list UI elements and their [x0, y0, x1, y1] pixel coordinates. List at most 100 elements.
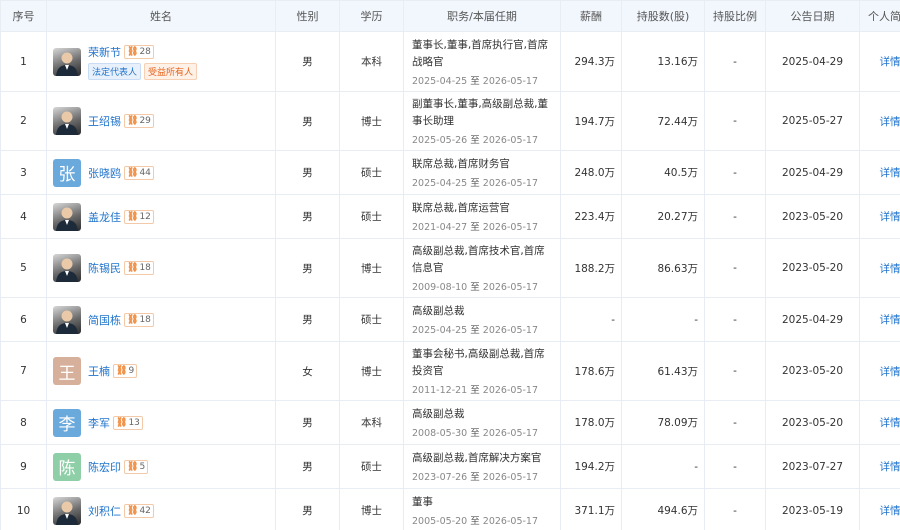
cell-education: 博士 [339, 91, 404, 151]
detail-link[interactable]: 详情 [880, 314, 900, 326]
cell-shares: 78.09万 [621, 400, 705, 445]
cell-profile: 详情 [859, 150, 900, 195]
cell-salary: 188.2万 [560, 238, 622, 298]
link-icon: ⛓ [116, 417, 128, 428]
cell-gender: 男 [275, 150, 340, 195]
detail-link[interactable]: 详情 [880, 167, 900, 179]
header-position-term: 职务/本届任期 [403, 0, 561, 32]
person-name-link[interactable]: 陈锡民 [88, 260, 121, 276]
cell-announce-date: 2023-07-27 [765, 444, 860, 489]
table-row: 6 简国栋 ⛓ 18 男硕士 高级副总裁 2025-04-25 至 2026-05-17- -… [0, 297, 900, 342]
legal-rep-tag[interactable]: 法定代表人 [88, 62, 142, 80]
term-text: 2011-12-21 至 2026-05-17 [412, 385, 539, 396]
cell-position: 董事长,董事,首席执行官,首席战略官 2025-04-25 至 2026-05-1… [403, 31, 561, 92]
cell-announce-date: 2023-05-20 [765, 238, 860, 298]
header-name: 姓名 [46, 0, 276, 32]
position-text: 高级副总裁,首席技术官,首席信息官 [412, 245, 545, 274]
link-icon: ⛓ [127, 263, 139, 273]
related-companies-badge[interactable]: ⛓ 13 [113, 415, 143, 430]
cell-announce-date: 2025-04-29 [765, 297, 860, 342]
position-text: 高级副总裁 [412, 408, 465, 420]
cell-position: 董事 2005-05-20 至 2026-05-17 [403, 488, 561, 530]
cell-share-ratio: - [704, 150, 766, 195]
related-companies-badge[interactable]: ⛓ 44 [124, 165, 154, 180]
position-text: 联席总裁,首席财务官 [412, 158, 510, 170]
detail-link[interactable]: 详情 [880, 461, 900, 473]
detail-link[interactable]: 详情 [880, 211, 900, 223]
person-name-link[interactable]: 王绍锡 [88, 113, 121, 129]
person-name-link[interactable]: 张晓鸥 [88, 165, 121, 181]
person-name-link[interactable]: 盖龙佳 [88, 209, 121, 225]
cell-name: 李李军 ⛓ 13 [46, 400, 276, 445]
cell-share-ratio: - [704, 444, 766, 489]
cell-position: 副董事长,董事,高级副总裁,董事长助理 2025-05-26 至 2026-05-… [403, 91, 561, 151]
cell-share-ratio: - [704, 341, 766, 401]
cell-salary: - [560, 297, 622, 342]
executives-table: 序号 姓名 性别 学历 职务/本届任期 薪酬 持股数(股) 持股比例 公告日期 … [0, 0, 900, 530]
person-name-link[interactable]: 王楠 [88, 363, 110, 379]
avatar[interactable]: 李 [53, 408, 81, 437]
avatar[interactable]: 王 [53, 357, 81, 385]
cell-share-ratio: - [704, 488, 766, 530]
avatar[interactable] [53, 107, 81, 135]
table-row: 3 张张晓鸥 ⛓ 44 男硕士 联席总裁,首席财务官 2025-04-25 至 2026-0… [0, 150, 900, 195]
cell-name: 刘积仁 ⛓ 42 [46, 488, 276, 530]
avatar[interactable]: 张 [53, 158, 81, 187]
detail-link[interactable]: 详情 [880, 366, 900, 378]
detail-link[interactable]: 详情 [880, 56, 900, 68]
avatar[interactable] [53, 47, 81, 76]
related-companies-badge[interactable]: ⛓ 42 [124, 503, 154, 518]
cell-position: 高级副总裁,首席技术官,首席信息官 2009-08-10 至 2026-05-17 [403, 238, 561, 298]
header-shares: 持股数(股) [621, 0, 705, 32]
avatar[interactable]: 陈 [53, 452, 81, 481]
header-share-ratio: 持股比例 [704, 0, 766, 32]
cell-announce-date: 2023-05-20 [765, 194, 860, 239]
cell-shares: 494.6万 [621, 488, 705, 530]
cell-gender: 男 [275, 91, 340, 151]
cell-profile: 详情 [859, 341, 900, 401]
table-row: 1 荣新节 ⛓ 28 法定代表人 受益所有人 男本科 董事长,董事,首席执行官,首席战略官 20… [0, 31, 900, 92]
detail-link[interactable]: 详情 [880, 116, 900, 128]
cell-shares: 86.63万 [621, 238, 705, 298]
person-name-link[interactable]: 李军 [88, 415, 110, 431]
cell-salary: 294.3万 [560, 31, 622, 92]
term-text: 2025-04-25 至 2026-05-17 [412, 75, 539, 87]
person-name-link[interactable]: 荣新节 [88, 44, 121, 60]
term-text: 2025-04-25 至 2026-05-17 [412, 178, 539, 189]
related-companies-badge[interactable]: ⛓ 9 [113, 364, 138, 378]
cell-gender: 男 [275, 488, 340, 530]
cell-gender: 男 [275, 31, 340, 92]
cell-index: 8 [0, 400, 47, 445]
link-icon: ⛓ [127, 211, 139, 222]
related-companies-badge[interactable]: ⛓ 29 [124, 114, 154, 128]
position-text: 董事 [412, 496, 433, 508]
cell-name: 简国栋 ⛓ 18 [46, 297, 276, 342]
link-icon: ⛓ [127, 505, 139, 516]
related-companies-badge[interactable]: ⛓ 12 [124, 209, 154, 224]
detail-link[interactable]: 详情 [880, 505, 900, 517]
related-companies-badge[interactable]: ⛓ 5 [124, 459, 149, 474]
cell-education: 博士 [339, 488, 404, 530]
term-text: 2025-04-25 至 2026-05-17 [412, 325, 539, 336]
beneficial-owner-tag[interactable]: 受益所有人 [144, 62, 198, 80]
detail-link[interactable]: 详情 [880, 263, 900, 275]
person-name-link[interactable]: 刘积仁 [88, 503, 121, 519]
avatar[interactable] [53, 254, 81, 282]
related-companies-badge[interactable]: ⛓ 18 [124, 312, 154, 327]
table-row: 8 李李军 ⛓ 13 男本科 高级副总裁 2008-05-30 至 2026-05-17 17… [0, 400, 900, 445]
avatar[interactable] [53, 202, 81, 231]
header-education: 学历 [339, 0, 404, 32]
cell-index: 1 [0, 31, 47, 92]
cell-profile: 详情 [859, 400, 900, 445]
related-companies-badge[interactable]: ⛓ 18 [124, 261, 154, 275]
cell-salary: 178.6万 [560, 341, 622, 401]
detail-link[interactable]: 详情 [880, 417, 900, 429]
term-text: 2008-05-30 至 2026-05-17 [412, 428, 539, 439]
person-name-link[interactable]: 简国栋 [88, 312, 121, 328]
related-companies-badge[interactable]: ⛓ 28 [124, 44, 154, 59]
avatar[interactable] [53, 496, 81, 525]
avatar[interactable] [53, 305, 81, 334]
person-name-link[interactable]: 陈宏印 [88, 459, 121, 475]
tag-list: 法定代表人 受益所有人 [88, 62, 200, 80]
table-row: 2 王绍锡 ⛓ 29 男博士 副董事长,董事,高级副总裁,董事长助理 2025-05-26 … [0, 91, 900, 151]
